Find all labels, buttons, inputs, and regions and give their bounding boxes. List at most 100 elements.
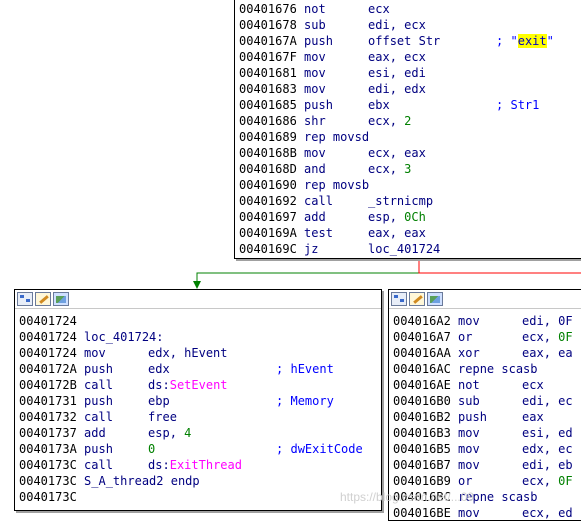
asm-line[interactable]: 004016B9 or ecx, 0F	[393, 473, 581, 489]
address: 00401737	[19, 426, 77, 440]
asm-line[interactable]: 00401732 call free	[19, 409, 381, 425]
asm-line[interactable]: 0040169C jz loc_401724	[239, 241, 581, 257]
operands: esp, 0Ch	[368, 209, 496, 225]
basic-block-loc_401724[interactable]: 00401724 00401724 loc_401724: 00401724 mo…	[14, 289, 382, 511]
mnemonic: mov	[458, 442, 480, 456]
operands: edi, eb	[522, 457, 578, 473]
graph-icon[interactable]	[391, 292, 407, 306]
asm-line[interactable]: 004016A7 or ecx, 0F	[393, 329, 581, 345]
asm-line[interactable]: 00401676 not ecx	[239, 1, 581, 17]
code-listing-left: 00401724 00401724 loc_401724: 00401724 mo…	[15, 309, 381, 505]
asm-line[interactable]: 00401685 push ebx ; Str1	[239, 97, 581, 113]
comment: ; dwExitCode	[276, 442, 363, 456]
address: 00401697	[239, 210, 297, 224]
operand: ecx, eax	[368, 146, 426, 160]
mnemonic: call	[84, 410, 113, 424]
pencil-icon[interactable]	[35, 292, 51, 306]
asm-line[interactable]: 00401683 mov edi, edx	[239, 81, 581, 97]
picture-icon[interactable]	[427, 292, 443, 306]
basic-block-top[interactable]: 00401676 not ecx 00401678 sub edi, ecx 00401…	[234, 0, 581, 259]
address: 004016B0	[393, 394, 451, 408]
asm-line[interactable]: 00401681 mov esi, edi	[239, 65, 581, 81]
comment: ; Memory	[276, 394, 334, 408]
operand: edi, ec	[522, 394, 573, 408]
asm-line[interactable]: 00401697 add esp, 0Ch	[239, 209, 581, 225]
asm-line[interactable]: 00401692 call _strnicmp	[239, 193, 581, 209]
operands: ecx, eax	[368, 145, 496, 161]
mnemonic: mov	[84, 346, 106, 360]
operands: esi, ed	[522, 425, 578, 441]
asm-line[interactable]: 00401724	[19, 313, 381, 329]
asm-line[interactable]: 004016B5 mov edx, ec	[393, 441, 581, 457]
address: 004016A7	[393, 330, 451, 344]
numeric-operand: 0Ch	[404, 210, 426, 224]
asm-line[interactable]: 0040172B call ds:SetEvent	[19, 377, 381, 393]
asm-line[interactable]: 004016AE not ecx	[393, 377, 581, 393]
asm-line[interactable]: 0040169A test eax, eax	[239, 225, 581, 241]
asm-line[interactable]: 00401690 rep movsb	[239, 177, 581, 193]
operand: ds:	[148, 458, 170, 472]
asm-line[interactable]: 004016B7 mov edi, eb	[393, 457, 581, 473]
function-name[interactable]: SetEvent	[170, 378, 228, 392]
operands: ebp	[148, 393, 276, 409]
operand: ecx,	[368, 162, 405, 176]
asm-line[interactable]: 004016AC repne scasb	[393, 361, 581, 377]
asm-line[interactable]: 00401689 rep movsd	[239, 129, 581, 145]
asm-line[interactable]: 0040168D and ecx, 3	[239, 161, 581, 177]
asm-line[interactable]: 004016AA xor eax, ea	[393, 345, 581, 361]
asm-line[interactable]: 004016B2 push eax	[393, 409, 581, 425]
operand: eax	[522, 410, 544, 424]
address: 00401690	[239, 178, 297, 192]
address: 00401686	[239, 114, 297, 128]
operands: esp, 4	[148, 425, 276, 441]
graph-icon[interactable]	[17, 292, 33, 306]
mnemonic: repne scasb	[458, 362, 538, 376]
operands: edi, ec	[522, 393, 578, 409]
address: 0040169A	[239, 226, 297, 240]
asm-line[interactable]: 0040173C call ds:ExitThread	[19, 457, 381, 473]
asm-line[interactable]: 00401731 push ebp ; Memory	[19, 393, 381, 409]
mnemonic: mov	[458, 506, 480, 520]
address: 00401692	[239, 194, 297, 208]
asm-line[interactable]: 0040172A push edx ; hEvent	[19, 361, 381, 377]
mnemonic: add	[304, 210, 326, 224]
asm-line[interactable]: 0040173A push 0 ; dwExitCode	[19, 441, 381, 457]
asm-line[interactable]: 0040168B mov ecx, eax	[239, 145, 581, 161]
operand: edi, ecx	[368, 18, 426, 32]
mnemonic: mov	[458, 458, 480, 472]
numeric-operand: 4	[184, 426, 192, 440]
code-label[interactable]: S_A_thread2 endp	[84, 473, 200, 489]
operand: ecx,	[522, 474, 559, 488]
function-name[interactable]: ExitThread	[170, 458, 242, 472]
operand: ds:	[148, 378, 170, 392]
basic-block-right[interactable]: 004016A2 mov edi, 0F 004016A7 or ecx, 0F 004…	[388, 289, 581, 521]
mnemonic: mov	[304, 50, 326, 64]
operand: edi, eb	[522, 458, 573, 472]
asm-line[interactable]: 00401724 mov edx, hEvent	[19, 345, 381, 361]
operand: eax, eax	[368, 226, 426, 240]
address: 00401676	[239, 2, 297, 16]
asm-line[interactable]: 00401678 sub edi, ecx	[239, 17, 581, 33]
mnemonic: push	[458, 410, 487, 424]
address: 004016AA	[393, 346, 451, 360]
asm-line[interactable]: 00401737 add esp, 4	[19, 425, 381, 441]
picture-icon[interactable]	[53, 292, 69, 306]
asm-line[interactable]: 004016BE mov ecx, ed	[393, 505, 581, 520]
code-label[interactable]: loc_401724:	[84, 329, 163, 345]
asm-line[interactable]: 004016B3 mov esi, ed	[393, 425, 581, 441]
mnemonic: and	[304, 162, 326, 176]
asm-line[interactable]: 004016A2 mov edi, 0F	[393, 313, 581, 329]
address: 00401731	[19, 394, 77, 408]
asm-line[interactable]: 00401724 loc_401724:	[19, 329, 381, 345]
pencil-icon[interactable]	[409, 292, 425, 306]
highlighted-string: exit	[517, 34, 547, 48]
asm-line[interactable]: 0040167F mov eax, ecx	[239, 49, 581, 65]
asm-line[interactable]: 0040167A push offset Str ; "exit"	[239, 33, 581, 49]
asm-line[interactable]: 004016B0 sub edi, ec	[393, 393, 581, 409]
address: 004016AE	[393, 378, 451, 392]
asm-line[interactable]: 0040173C S_A_thread2 endp	[19, 473, 381, 489]
asm-line[interactable]: 00401686 shr ecx, 2	[239, 113, 581, 129]
operands: ds:SetEvent	[148, 377, 276, 393]
operands: eax, ea	[522, 345, 578, 361]
asm-line[interactable]: 0040173C	[19, 489, 381, 505]
